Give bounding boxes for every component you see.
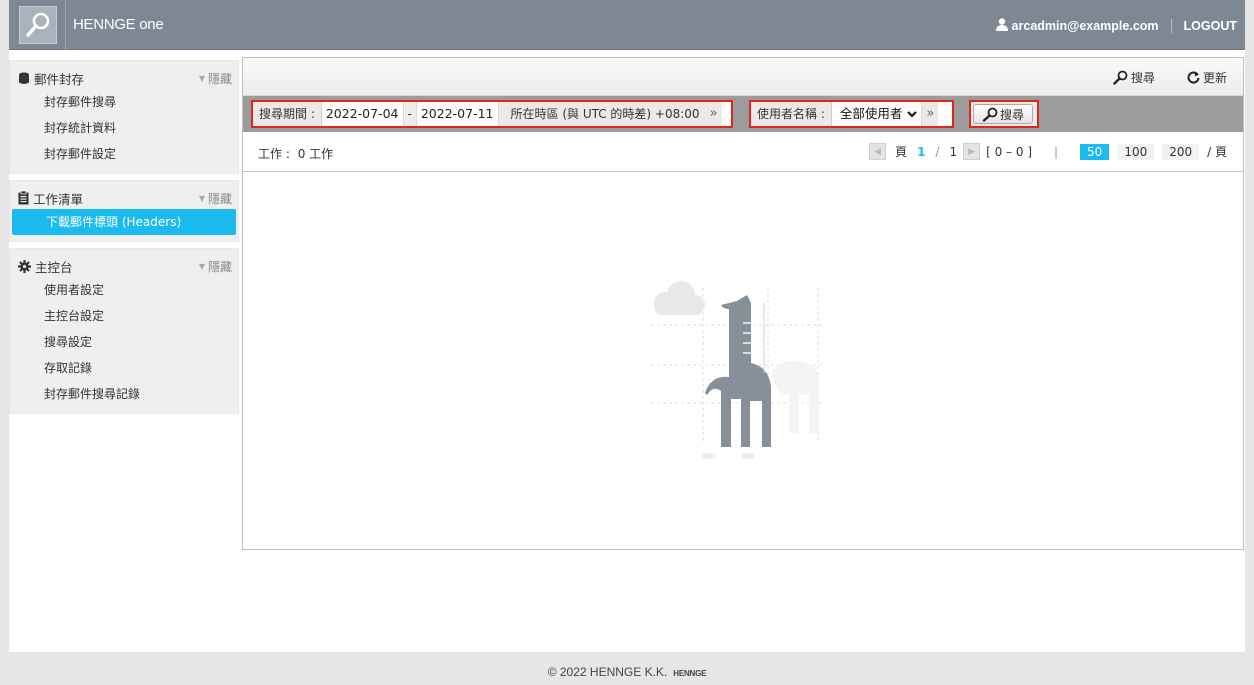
user-select-value: 全部使用者 (839, 106, 903, 121)
search-period-filter: 搜尋期間 : 2022-07-04 - 2022-07-11 所在時區 (與 U… (251, 100, 733, 128)
user-select[interactable]: 全部使用者 (831, 102, 923, 126)
toolbar: 搜尋 更新 (243, 58, 1243, 96)
date-from-input[interactable]: 2022-07-04 (321, 102, 404, 126)
filter-bar: 搜尋期間 : 2022-07-04 - 2022-07-11 所在時區 (與 U… (243, 96, 1243, 132)
job-count-label: 工作 : (258, 147, 290, 161)
copyright-text: © 2022 HENNGE K.K. (547, 665, 668, 679)
hide-toggle[interactable]: ▼ 隱藏 (199, 190, 232, 207)
page-size-200[interactable]: 200 (1162, 143, 1200, 160)
header-separator (1170, 19, 1172, 33)
sidebar-item-user-settings[interactable]: 使用者設定 (10, 277, 238, 303)
user-name-filter: 使用者名稱 : 全部使用者 » (749, 100, 954, 128)
date-separator: - (403, 102, 417, 126)
job-count-value: 0 工作 (297, 147, 334, 161)
expand-filter-icon[interactable]: » (705, 102, 722, 126)
brand-name: HENNGE one (73, 16, 164, 33)
footer-logo: HENNGE (673, 669, 707, 678)
sidebar-section-title: 郵件封存 (34, 71, 85, 87)
expand-user-filter-icon[interactable]: » (922, 102, 939, 126)
toolbar-refresh-button[interactable]: 更新 (1187, 69, 1227, 86)
user-email[interactable]: arcadmin@example.com (1012, 19, 1159, 33)
prev-page-icon[interactable]: ◀ (869, 143, 887, 160)
sidebar-item-archive-settings[interactable]: 封存郵件設定 (10, 141, 238, 167)
logout-link[interactable]: LOGOUT (1184, 19, 1237, 33)
search-button-label: 搜尋 (1000, 107, 1025, 122)
user-area: arcadmin@example.com LOGOUT (995, 18, 1237, 34)
page-size-50[interactable]: 50 (1080, 143, 1110, 160)
sidebar-section-console: 主控台 ▼ 隱藏 使用者設定 主控台設定 搜尋設定 存取記錄 封存郵件搜尋記錄 (9, 248, 239, 414)
main-panel: 搜尋 更新 搜尋期間 : 2022-07-04 - 2022-07-11 所在時… (242, 57, 1244, 550)
current-page[interactable]: 1 (917, 145, 925, 159)
toolbar-search-button[interactable]: 搜尋 (1113, 69, 1155, 86)
toolbar-search-label: 搜尋 (1131, 71, 1156, 85)
total-pages: 1 (949, 144, 958, 159)
sidebar-section-title: 主控台 (35, 259, 73, 275)
search-period-label: 搜尋期間 : (253, 102, 322, 126)
refresh-icon (1187, 71, 1200, 84)
toolbar-refresh-label: 更新 (1203, 71, 1228, 85)
sidebar-item-access-log[interactable]: 存取記錄 (10, 355, 238, 381)
hide-label: 隱藏 (207, 192, 232, 206)
footer: © 2022 HENNGE K.K. HENNGE (0, 665, 1254, 679)
user-icon (995, 18, 1008, 34)
timezone-label: 所在時區 (與 UTC 的時差) +08:00 (498, 102, 706, 126)
user-name-label: 使用者名稱 : (751, 102, 832, 126)
sidebar-item-archive-stats[interactable]: 封存統計資料 (10, 115, 238, 141)
search-button[interactable]: 搜尋 (973, 104, 1034, 124)
job-count: 工作 : 0 工作 (258, 145, 333, 162)
status-bar: 工作 : 0 工作 ◀ 頁 1 / 1 ▶ [ 0 – 0 ] | 50 100… (243, 132, 1243, 172)
giraffe-illustration (651, 281, 823, 459)
page-separator: / (935, 144, 940, 159)
gear-icon (18, 259, 31, 273)
per-page-suffix: / 頁 (1207, 145, 1227, 159)
search-button-frame: 搜尋 (969, 100, 1039, 128)
triangle-down-icon: ▼ (198, 262, 205, 271)
sidebar-item-search-settings[interactable]: 搜尋設定 (10, 329, 238, 355)
magnifier-logo-icon (26, 12, 50, 37)
next-page-icon[interactable]: ▶ (963, 143, 981, 160)
sidebar-item-download-headers[interactable]: 下載郵件標頭 (Headers) (12, 209, 236, 235)
search-icon (982, 107, 998, 122)
database-icon (18, 72, 30, 85)
top-bar: HENNGE one arcadmin@example.com LOGOUT (9, 0, 1245, 50)
sidebar-item-archive-search[interactable]: 封存郵件搜尋 (10, 89, 238, 115)
page-size-100[interactable]: 100 (1117, 143, 1155, 160)
empty-state (243, 173, 1243, 549)
hide-label: 隱藏 (207, 260, 232, 274)
chevron-down-icon (907, 110, 918, 117)
sidebar-section-archive: 郵件封存 ▼ 隱藏 封存郵件搜尋 封存統計資料 封存郵件設定 (9, 60, 239, 174)
page-word: 頁 (895, 145, 908, 159)
date-to-input[interactable]: 2022-07-11 (416, 102, 499, 126)
pagination: ◀ 頁 1 / 1 ▶ [ 0 – 0 ] | 50 100 200 / 頁 (869, 143, 1227, 160)
triangle-down-icon: ▼ (198, 74, 205, 83)
sidebar-item-archive-search-log[interactable]: 封存郵件搜尋記錄 (10, 381, 238, 407)
triangle-down-icon: ▼ (198, 194, 205, 203)
sidebar-section-title: 工作清單 (33, 191, 84, 207)
app-logo[interactable] (19, 6, 57, 44)
hide-toggle[interactable]: ▼ 隱藏 (199, 70, 232, 87)
hide-toggle[interactable]: ▼ 隱藏 (199, 258, 232, 275)
sidebar: 郵件封存 ▼ 隱藏 封存郵件搜尋 封存統計資料 封存郵件設定 工作清單 ▼ 隱藏 下… (9, 60, 239, 650)
sidebar-section-jobs: 工作清單 ▼ 隱藏 下載郵件標頭 (Headers) (9, 180, 239, 242)
hide-label: 隱藏 (207, 72, 232, 86)
search-icon (1113, 70, 1128, 85)
brand-divider (65, 0, 66, 50)
result-range: [ 0 – 0 ] (986, 144, 1032, 159)
sidebar-item-console-settings[interactable]: 主控台設定 (10, 303, 238, 329)
pager-divider: | (1054, 144, 1059, 159)
clipboard-icon (18, 191, 29, 205)
